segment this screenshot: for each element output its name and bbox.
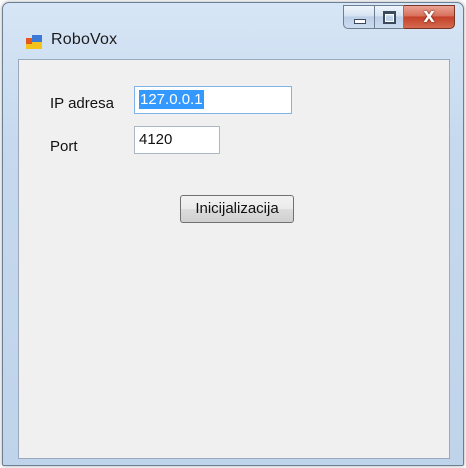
minimize-icon — [354, 19, 366, 24]
minimize-button[interactable] — [343, 5, 375, 29]
close-icon: X — [423, 8, 435, 26]
ip-address-label: IP adresa — [50, 95, 114, 112]
caption-buttons: X — [343, 5, 455, 29]
ip-address-input[interactable]: 127.0.0.1 — [134, 86, 292, 114]
port-input[interactable]: 4120 — [134, 126, 220, 154]
port-label: Port — [50, 138, 78, 155]
window-title: RoboVox — [51, 31, 118, 48]
initialize-button[interactable]: Inicijalizacija — [180, 195, 294, 223]
maximize-button[interactable] — [375, 5, 404, 29]
ip-address-value: 127.0.0.1 — [139, 90, 204, 109]
robovox-window: RoboVox X IP adresa 127.0.0.1 Port 4120 … — [2, 2, 464, 466]
form-client-area: IP adresa 127.0.0.1 Port 4120 Inicijaliz… — [18, 59, 450, 459]
maximize-icon — [383, 11, 396, 24]
close-button[interactable]: X — [404, 5, 455, 29]
app-icon — [26, 35, 42, 49]
port-value: 4120 — [139, 131, 173, 148]
title-bar[interactable]: RoboVox X — [3, 3, 463, 49]
